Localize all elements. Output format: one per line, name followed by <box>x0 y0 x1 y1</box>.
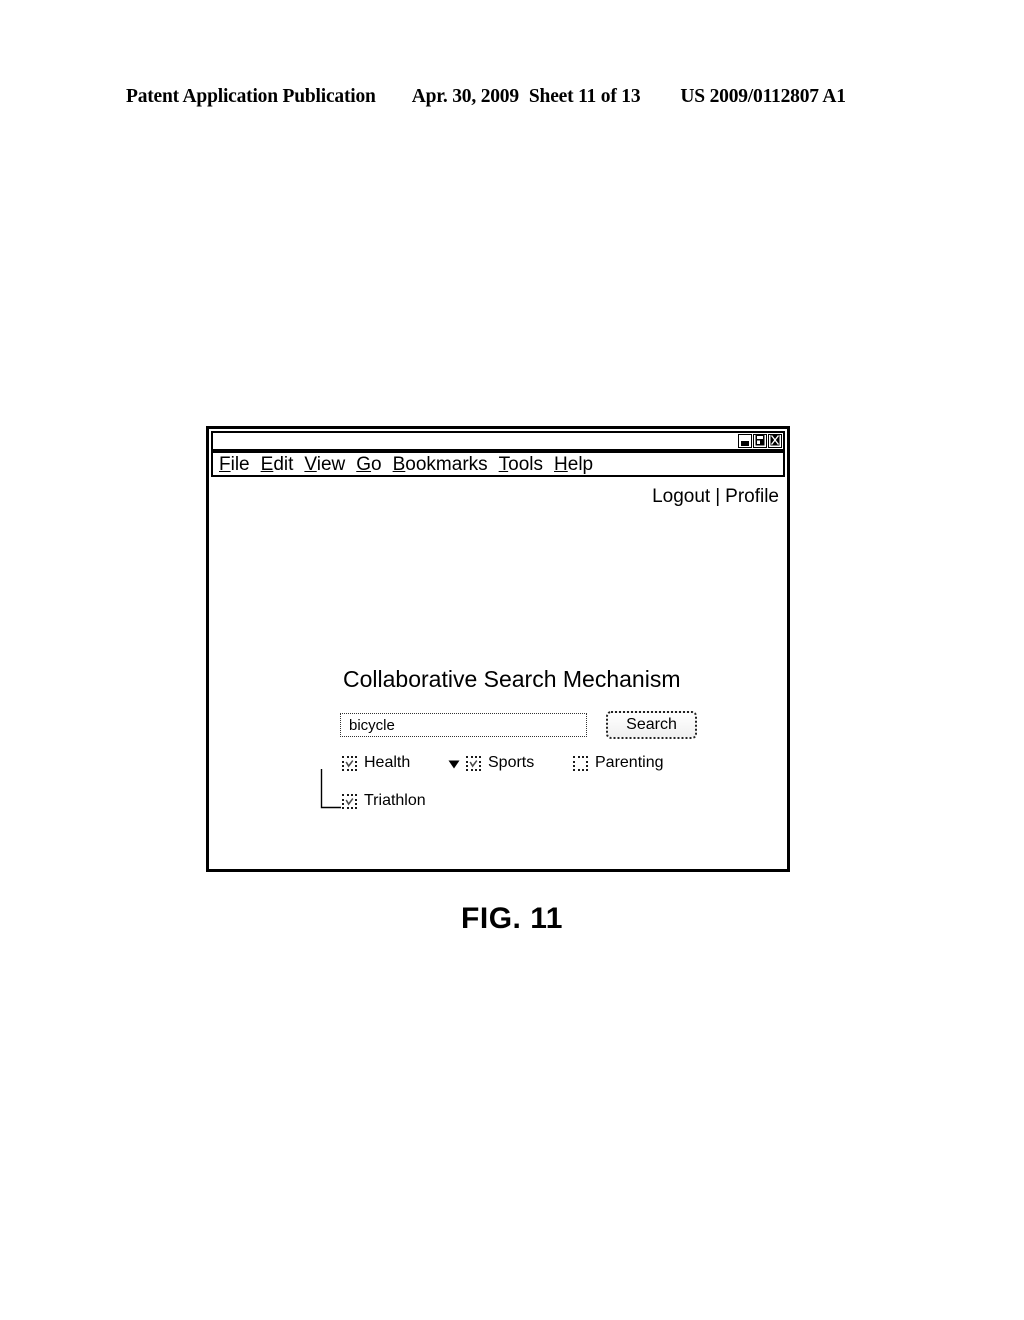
subcategory-triathlon[interactable]: Triathlon <box>342 793 426 809</box>
profile-link[interactable]: Profile <box>725 486 779 508</box>
category-parenting-label: Parenting <box>595 754 664 771</box>
maximize-button[interactable] <box>753 434 767 448</box>
menu-item-go[interactable]: Go <box>356 455 381 474</box>
window-titlebar[interactable] <box>211 431 785 451</box>
browser-window: File Edit View Go Bookmarks Tools Help L… <box>206 426 790 872</box>
menu-accel-help: H <box>554 453 568 475</box>
search-button[interactable]: Search <box>606 711 697 739</box>
menu-accel-bookmarks: B <box>392 453 406 475</box>
patent-number-label: US 2009/0112807 A1 <box>680 86 846 107</box>
category-health-label: Health <box>364 754 411 771</box>
search-row: Search <box>340 711 697 739</box>
menu-item-bookmarks[interactable]: Bookmarks <box>393 455 488 474</box>
menu-accel-tools: T <box>498 453 509 475</box>
patent-page-header: Patent Application Publication Apr. 30, … <box>126 86 898 108</box>
menu-label-file: ile <box>230 453 250 475</box>
menu-label-view: iew <box>316 453 346 475</box>
minimize-button[interactable] <box>738 434 752 448</box>
menu-item-file[interactable]: File <box>219 455 250 474</box>
check-icon <box>345 797 354 805</box>
search-input[interactable] <box>340 713 587 737</box>
checkbox-parenting[interactable] <box>573 755 588 771</box>
menu-accel-view: V <box>304 453 317 475</box>
menu-label-bookmarks: ookmarks <box>405 453 488 475</box>
menubar: File Edit View Go Bookmarks Tools Help <box>211 451 785 477</box>
menu-item-tools[interactable]: Tools <box>499 455 543 474</box>
patent-sheet-label: Sheet 11 of 13 <box>528 86 641 107</box>
expander-health-icon[interactable] <box>448 760 460 769</box>
window-controls <box>737 433 783 449</box>
page-content: Logout | Profile Collaborative Search Me… <box>209 477 787 865</box>
account-links-separator: | <box>715 486 721 507</box>
minimize-icon <box>740 433 750 447</box>
category-sports[interactable]: Sports <box>466 755 534 771</box>
checkbox-triathlon[interactable] <box>342 793 357 809</box>
category-sports-label: Sports <box>488 754 535 771</box>
check-icon <box>469 759 478 767</box>
page-title: Collaborative Search Mechanism <box>343 666 681 692</box>
menu-accel-file: F <box>219 453 231 475</box>
menu-item-edit[interactable]: Edit <box>261 455 294 474</box>
menu-accel-go: G <box>356 453 372 475</box>
subcategory-triathlon-label: Triathlon <box>364 792 426 809</box>
check-icon <box>345 759 354 767</box>
patent-date-label: Apr. 30, 2009 <box>411 86 519 107</box>
checkbox-health[interactable] <box>342 755 357 771</box>
account-links: Logout | Profile <box>652 486 779 508</box>
menu-accel-edit: E <box>260 453 274 475</box>
menu-item-view[interactable]: View <box>304 455 345 474</box>
menu-label-help: elp <box>567 453 594 475</box>
patent-publication-label: Patent Application Publication <box>126 86 376 107</box>
menu-item-help[interactable]: Help <box>554 455 593 474</box>
category-filter-row: Health Sports Parenting <box>342 755 672 777</box>
maximize-icon <box>755 433 765 447</box>
category-parenting[interactable]: Parenting <box>573 755 664 771</box>
menu-label-go: o <box>371 453 382 475</box>
tree-connector-line <box>320 769 342 814</box>
menu-label-tools: ools <box>508 453 544 475</box>
menu-label-edit: dit <box>273 453 294 475</box>
category-health[interactable]: Health <box>342 755 410 771</box>
close-icon <box>770 433 780 447</box>
close-button[interactable] <box>768 434 782 448</box>
figure-caption: FIG. 11 <box>461 902 563 935</box>
logout-link[interactable]: Logout <box>652 486 710 508</box>
checkbox-sports[interactable] <box>466 755 481 771</box>
